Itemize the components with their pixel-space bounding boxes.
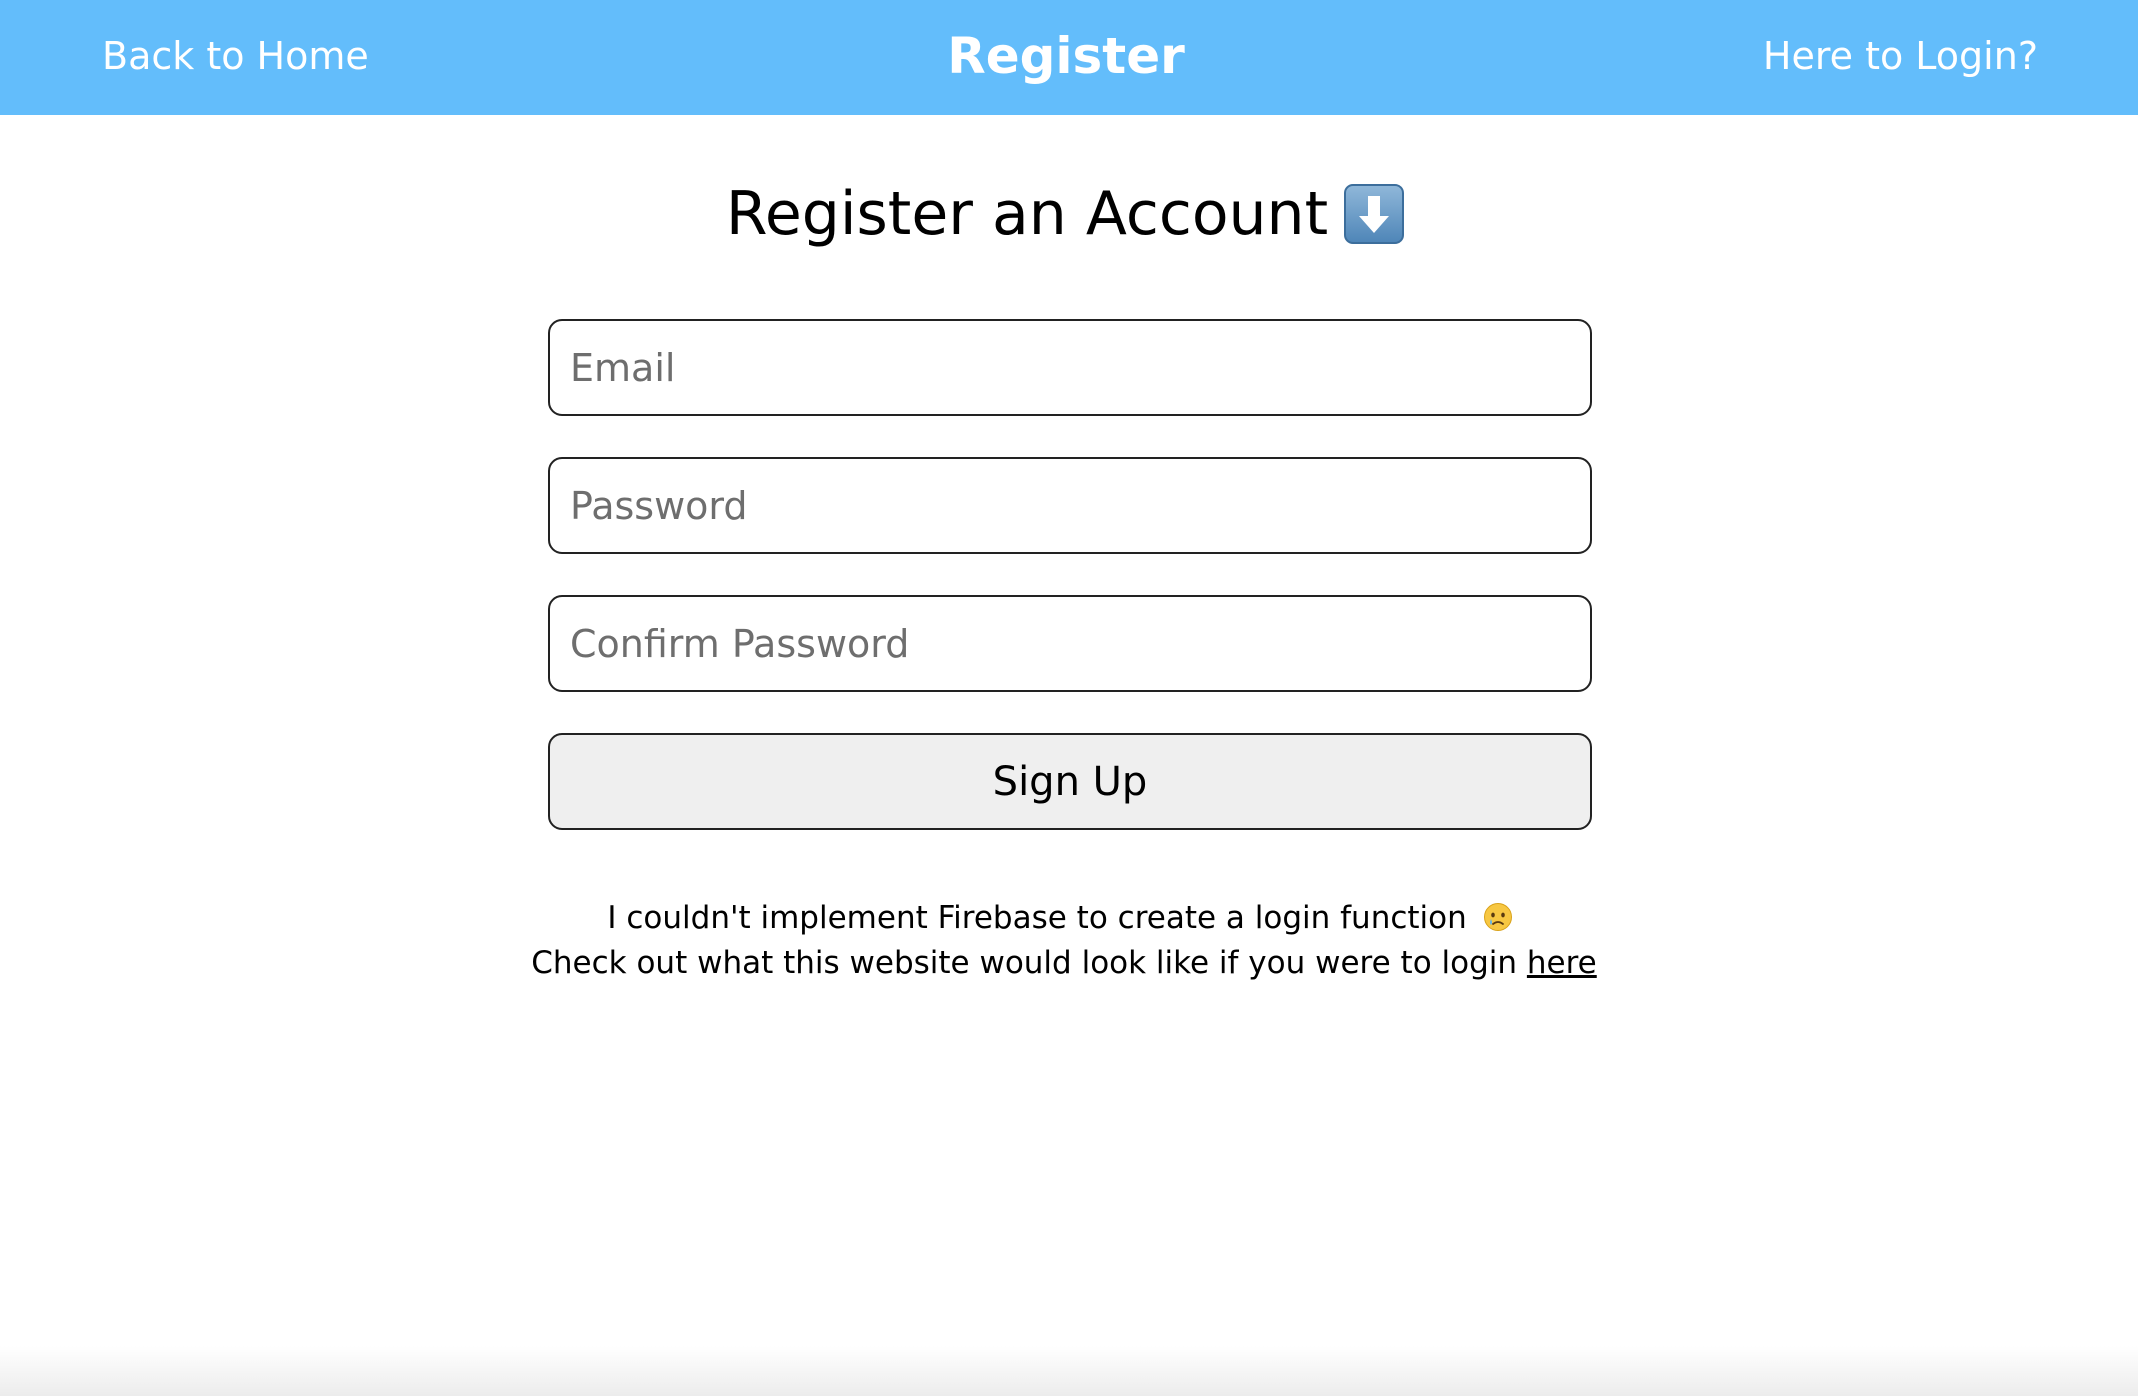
register-heading-text: Register an Account — [725, 179, 1329, 249]
here-link[interactable]: here — [1527, 945, 1597, 981]
sad-tear-face-icon — [1483, 903, 1512, 931]
note-line-2: Check out what this website would look l… — [0, 941, 2133, 986]
top-navbar: Back to Home Register Here to Login? — [0, 0, 2138, 115]
info-note: I couldn't implement Firebase to create … — [0, 896, 2138, 986]
login-link[interactable]: Here to Login? — [1763, 0, 2038, 112]
confirm-password-field[interactable] — [548, 595, 1592, 692]
bottom-shade — [0, 1346, 2138, 1396]
email-field[interactable] — [548, 319, 1592, 416]
page-title-text: Register — [947, 27, 1185, 85]
note-line-1-text: I couldn't implement Firebase to create … — [607, 900, 1467, 936]
sign-up-button[interactable]: Sign Up — [548, 733, 1592, 830]
register-heading: Register an Account — [0, 174, 2138, 254]
down-arrow-icon — [1344, 184, 1405, 244]
note-line-1: I couldn't implement Firebase to create … — [0, 896, 2129, 941]
password-field[interactable] — [548, 457, 1592, 554]
note-line-2-text: Check out what this website would look l… — [531, 945, 1518, 981]
